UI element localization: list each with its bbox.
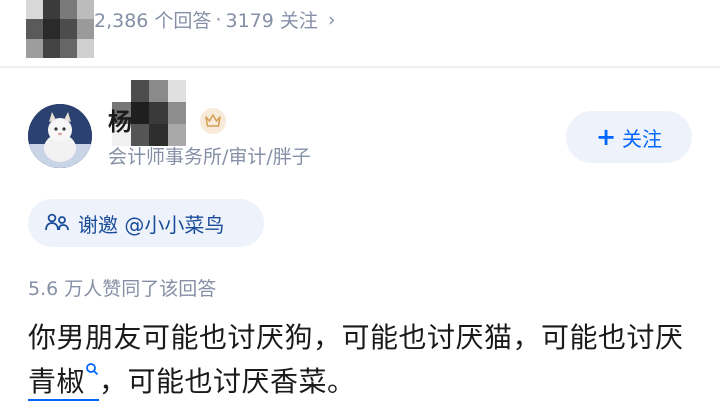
- search-icon: [86, 363, 99, 376]
- cat-avatar-icon: [28, 104, 92, 168]
- answer-text-part2: ，可能也讨厌香菜。: [99, 365, 356, 398]
- author-name-row[interactable]: 杨: [108, 100, 133, 138]
- follow-label: 关注: [622, 126, 663, 151]
- stats-separator: ·: [215, 8, 222, 31]
- invite-label: 谢邀 @小小菜鸟: [78, 212, 225, 237]
- author-avatar[interactable]: [28, 104, 92, 168]
- question-stats-link[interactable]: 2,386 个回答 · 3179 关注 ›: [94, 6, 336, 33]
- invite-users-icon: [45, 213, 69, 231]
- blurred-question-avatar: [26, 0, 94, 58]
- question-header: 2,386 个回答 · 3179 关注 ›: [0, 0, 720, 62]
- plus-icon: +: [595, 123, 617, 151]
- answer-text-part1: 你男朋友可能也讨厌狗，可能也讨厌猫，可能也讨厌: [28, 321, 684, 354]
- author-headline: 会计师事务所/审计/胖子: [108, 146, 311, 168]
- chevron-right-icon: ›: [327, 8, 336, 31]
- keyword-text: 青椒: [28, 365, 86, 398]
- search-keyword-link[interactable]: 青椒: [28, 363, 100, 401]
- answers-count: 2,386 个回答: [94, 10, 212, 32]
- answer-content: 你男朋友可能也讨厌狗，可能也讨厌猫，可能也讨厌青椒 ，可能也讨厌香菜。: [28, 316, 700, 404]
- vote-count-text: 5.6 万人赞同了该回答: [28, 278, 217, 300]
- followers-count: 3179 关注: [225, 10, 318, 32]
- section-divider: [0, 66, 720, 68]
- crown-badge-icon: [200, 108, 226, 134]
- author-name[interactable]: 杨: [108, 102, 133, 137]
- invite-chip[interactable]: 谢邀 @小小菜鸟: [28, 199, 264, 247]
- follow-button[interactable]: + 关注: [566, 111, 692, 163]
